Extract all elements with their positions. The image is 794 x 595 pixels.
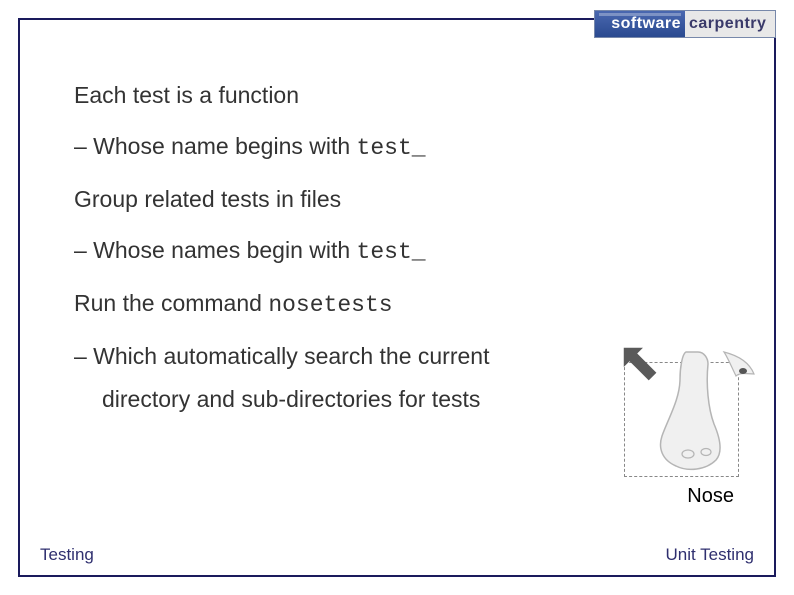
logo-right-text: carpentry [685, 11, 775, 37]
bullet-1-sub-text: – Whose name begins with [74, 133, 357, 159]
bullet-3-text: Run the command [74, 290, 268, 316]
bullet-1: Each test is a function [74, 80, 754, 111]
logo-left-text: software [595, 11, 685, 37]
logo: software carpentry [594, 10, 776, 38]
bullet-1-sub: – Whose name begins with test_ [74, 131, 754, 164]
code-test-prefix-1: test_ [357, 135, 426, 161]
bullet-3: Run the command nosetests [74, 288, 754, 321]
nose-figure [614, 332, 754, 482]
code-nosetests: nosetests [268, 292, 392, 318]
bullet-2: Group related tests in files [74, 184, 754, 215]
bullet-2-sub-text: – Whose names begin with [74, 237, 357, 263]
code-test-prefix-2: test_ [357, 239, 426, 265]
nose-caption: Nose [687, 485, 734, 508]
bullet-2-sub: – Whose names begin with test_ [74, 235, 754, 268]
nose-icon [628, 344, 758, 484]
footer-right: Unit Testing [665, 545, 754, 565]
footer-left: Testing [40, 545, 94, 565]
